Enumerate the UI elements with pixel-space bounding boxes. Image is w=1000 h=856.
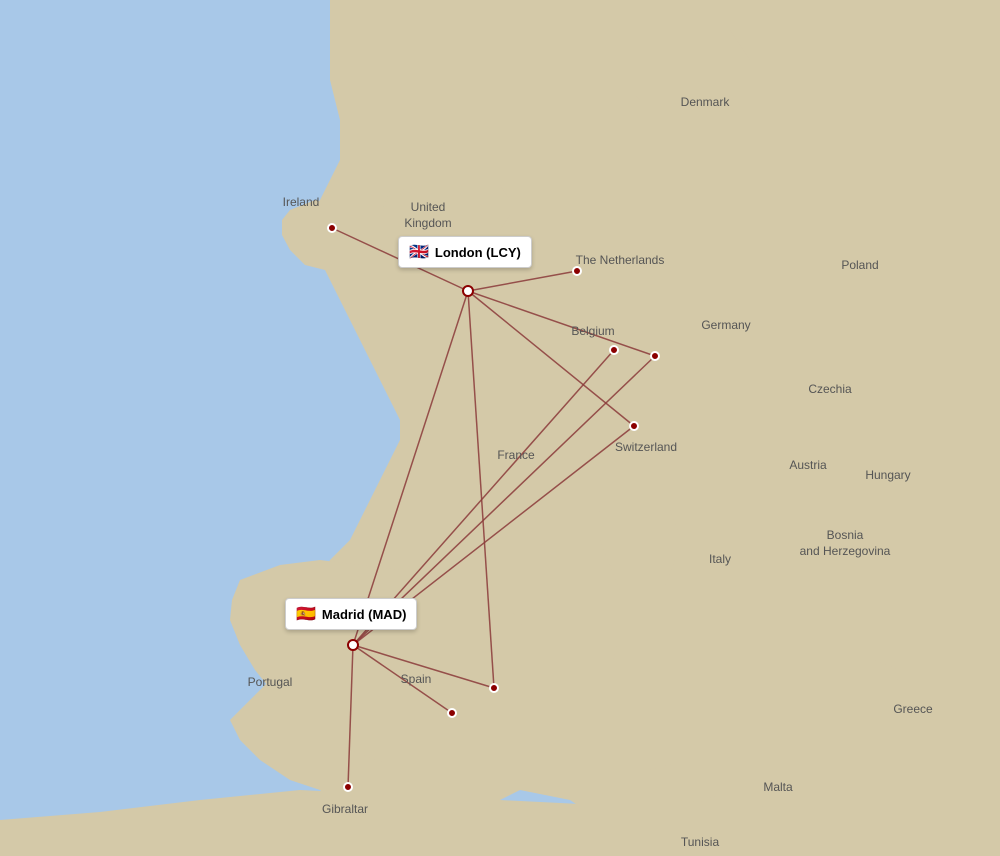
city-dot-gibraltar[interactable] <box>343 782 353 792</box>
city-dot-belgium[interactable] <box>609 345 619 355</box>
map-container: 🇬🇧 London (LCY) 🇪🇸 Madrid (MAD) Ireland … <box>0 0 1000 856</box>
city-dot-netherlands[interactable] <box>572 266 582 276</box>
city-dot-germany[interactable] <box>650 351 660 361</box>
map-background <box>0 0 1000 856</box>
city-dot-spain-east2[interactable] <box>447 708 457 718</box>
city-dot-spain-east1[interactable] <box>489 683 499 693</box>
flag-spain: 🇪🇸 <box>296 604 316 624</box>
airport-name-mad: Madrid (MAD) <box>322 607 407 622</box>
airport-name-lcy: London (LCY) <box>435 245 521 260</box>
airport-label-mad[interactable]: 🇪🇸 Madrid (MAD) <box>285 598 417 630</box>
airport-label-lcy[interactable]: 🇬🇧 London (LCY) <box>398 236 532 268</box>
city-dot-ireland[interactable] <box>327 223 337 233</box>
city-dot-switzerland[interactable] <box>629 421 639 431</box>
city-dot-lcy[interactable] <box>462 285 474 297</box>
city-dot-mad[interactable] <box>347 639 359 651</box>
flag-uk: 🇬🇧 <box>409 242 429 262</box>
